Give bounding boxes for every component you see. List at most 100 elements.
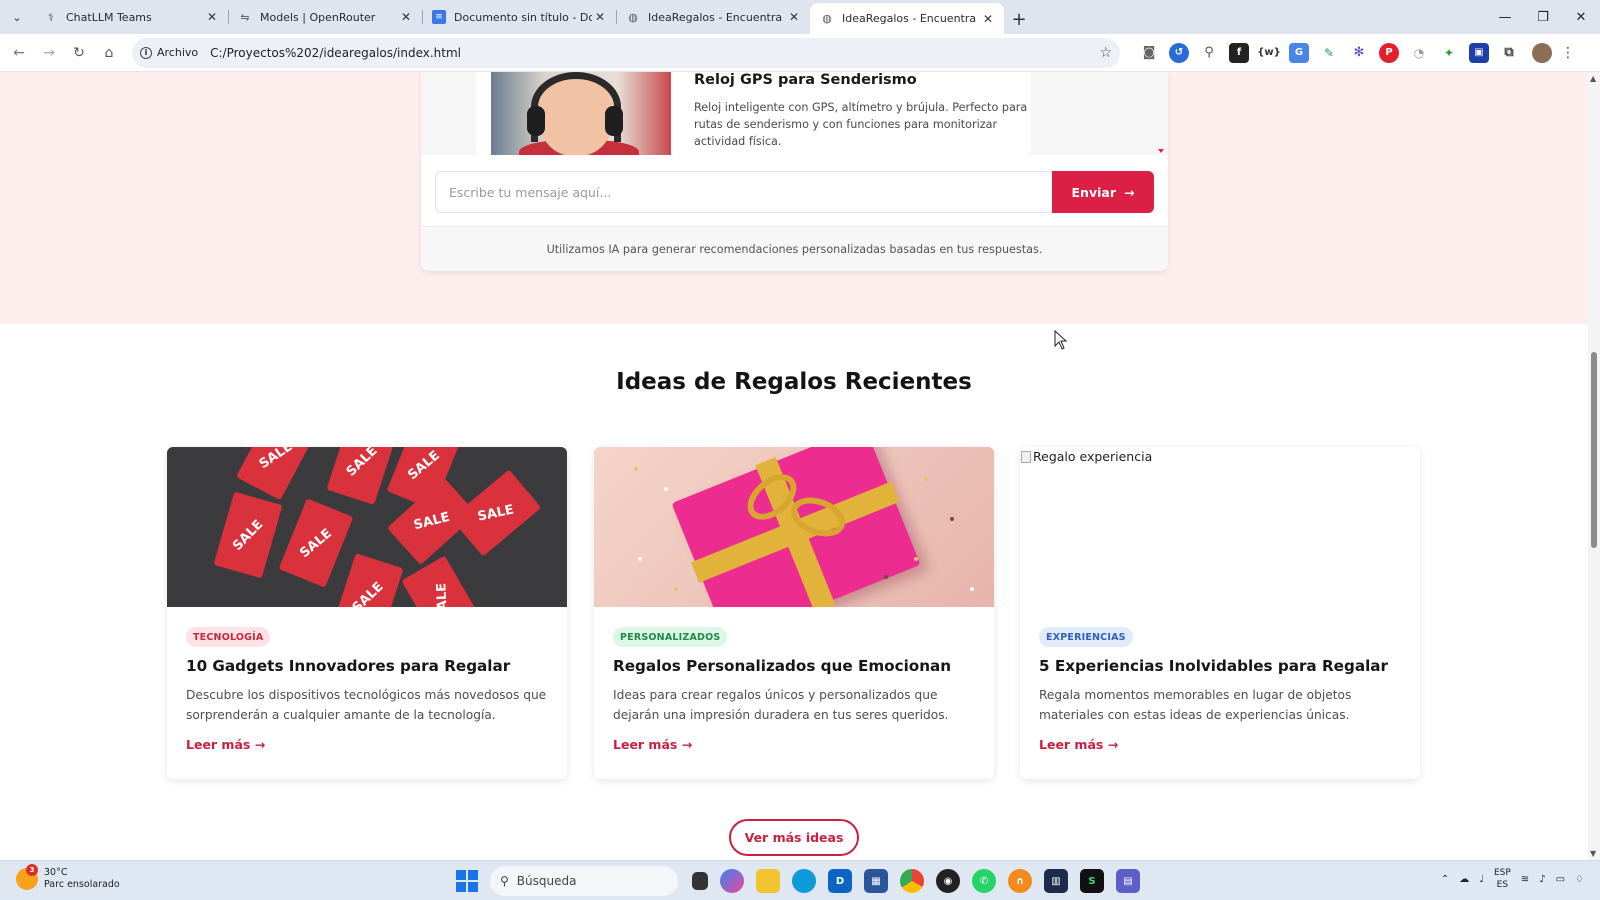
category-badge: PERSONALIZADOS — [613, 627, 728, 647]
chatllm-icon: ⚕ — [48, 10, 54, 24]
tab-google-docs[interactable]: ≡ Documento sin título - Docume ✕ — [422, 3, 616, 31]
puzzle-extensions-icon[interactable]: ⧉ — [1499, 43, 1519, 63]
gift-idea-card-technology[interactable]: SALE SALE SALE SALE SALE SALE SALE SALE … — [167, 447, 567, 779]
close-tab-icon[interactable]: ✕ — [786, 10, 802, 24]
docs-icon: ≡ — [432, 10, 446, 24]
scroll-up-icon[interactable]: ▲ — [1590, 74, 1596, 83]
compass-extension-icon[interactable]: ◔ — [1409, 43, 1429, 63]
forward-arrow-icon[interactable]: → — [34, 38, 64, 68]
tab-idearegalos-1[interactable]: ◍ IdeaRegalos - Encuentra el Reg ✕ — [616, 3, 810, 31]
chevron-up-icon[interactable]: ⌃ — [1441, 874, 1449, 885]
taskbar-apps: ⚲ Búsqueda D ▦ ◉ ✆ ∩ ▥ S ▤ — [456, 866, 1140, 896]
close-tab-icon[interactable]: ✕ — [204, 10, 220, 24]
tab-title: Models | OpenRouter — [260, 10, 376, 24]
card-title[interactable]: Regalos Personalizados que Emocionan — [613, 657, 983, 675]
search-icon: ⚲ — [500, 874, 509, 888]
copilot-icon[interactable] — [720, 869, 744, 893]
home-icon[interactable]: ⌂ — [94, 38, 124, 68]
scroll-down-icon[interactable]: ▼ — [1590, 849, 1596, 858]
profile-avatar[interactable] — [1532, 42, 1552, 63]
dark-app-icon[interactable]: ▥ — [1044, 869, 1068, 893]
sale-tags-image: SALE SALE SALE SALE SALE SALE SALE SALE … — [167, 447, 567, 607]
card-title[interactable]: 10 Gadgets Innovadores para Regalar — [186, 657, 556, 675]
gift-idea-card-experiences[interactable]: Regalo experiencia EXPERIENCIAS 5 Experi… — [1020, 447, 1420, 779]
close-tab-icon[interactable]: ✕ — [592, 10, 608, 24]
sun-icon: 3 — [16, 864, 38, 890]
windows-start-icon[interactable] — [456, 870, 478, 892]
file-explorer-icon[interactable] — [756, 869, 780, 893]
pinterest-icon[interactable]: P — [1379, 42, 1399, 63]
close-tab-icon[interactable]: ✕ — [980, 12, 996, 26]
chat-messages-area[interactable]: Reloj GPS para Senderismo Reloj intelige… — [421, 72, 1168, 155]
gift-idea-card-personalized[interactable]: PERSONALIZADOS Regalos Personalizados qu… — [594, 447, 994, 779]
tab-chatllm[interactable]: ⚕ ChatLLM Teams ✕ — [34, 3, 228, 31]
globe-icon: ◍ — [822, 12, 832, 25]
green-extension-icon[interactable]: ✎ — [1319, 43, 1339, 63]
minimize-icon[interactable]: — — [1486, 0, 1524, 34]
taskbar-search[interactable]: ⚲ Búsqueda — [490, 866, 678, 896]
blue-app-icon[interactable]: ▤ — [1116, 869, 1140, 893]
browser-tab-strip: ⌄ ⚕ ChatLLM Teams ✕ ⇋ Models | OpenRoute… — [0, 0, 1600, 34]
tab-title: IdeaRegalos - Encuentra el Reg — [842, 12, 980, 25]
read-more-link[interactable]: Leer más → — [1039, 737, 1118, 752]
read-more-link[interactable]: Leer más → — [613, 737, 692, 752]
tab-search-chevron-icon[interactable]: ⌄ — [0, 0, 34, 34]
new-tab-plus-icon[interactable]: + — [1004, 4, 1034, 34]
notifications-bell-icon[interactable]: ♢ — [1575, 874, 1584, 885]
globe-icon: ◍ — [628, 10, 638, 24]
obs-icon[interactable]: ◉ — [936, 869, 960, 893]
zoom-extension-icon[interactable]: ⚲ — [1199, 43, 1219, 63]
card-title[interactable]: 5 Experiencias Inolvidables para Regalar — [1039, 657, 1409, 675]
see-more-ideas-button[interactable]: Ver más ideas — [729, 819, 859, 856]
bookmark-star-icon[interactable]: ☆ — [1099, 45, 1112, 61]
broken-image: Regalo experiencia — [1020, 447, 1420, 607]
blue-square-extension-icon[interactable]: ▣ — [1469, 42, 1489, 63]
battery-icon[interactable]: ▭ — [1556, 874, 1565, 885]
green-s-app-icon[interactable]: S — [1080, 869, 1104, 893]
restore-icon[interactable]: ❐ — [1524, 0, 1562, 34]
blue-circle-extension-icon[interactable]: ↺ — [1169, 42, 1189, 63]
language-indicator[interactable]: ESP ES — [1494, 867, 1511, 891]
weather-widget[interactable]: 3 30°C Parc ensolarado — [16, 864, 120, 891]
gear-extension-icon[interactable]: ✻ — [1349, 43, 1369, 63]
send-button[interactable]: Enviar → — [1052, 171, 1154, 213]
chat-assistant-card: Reloj GPS para Senderismo Reloj intelige… — [421, 72, 1168, 271]
store-icon[interactable]: ▦ — [864, 869, 888, 893]
dell-icon[interactable]: D — [828, 869, 852, 893]
read-more-link[interactable]: Leer más → — [186, 737, 265, 752]
more-menu-icon[interactable]: ⋮ — [1558, 45, 1578, 61]
url-text[interactable]: C:/Proyectos%202/idearegalos/index.html — [210, 46, 1099, 60]
chat-message-input[interactable] — [435, 171, 1052, 213]
page-scrollbar[interactable]: ▲ ▼ — [1588, 72, 1600, 860]
close-tab-icon[interactable]: ✕ — [398, 10, 414, 24]
camera-extension-icon[interactable]: ◙ — [1139, 43, 1159, 63]
scrollbar-thumb[interactable] — [1591, 352, 1597, 548]
headphones-app-icon[interactable]: ∩ — [1008, 869, 1032, 893]
scroll-down-arrow-icon[interactable] — [1158, 149, 1164, 153]
reload-icon[interactable]: ↻ — [64, 38, 94, 68]
page-viewport: Reloj GPS para Senderismo Reloj intelige… — [0, 72, 1588, 860]
edge-icon[interactable] — [792, 869, 816, 893]
product-suggestion-card[interactable]: Reloj GPS para Senderismo Reloj intelige… — [476, 72, 1031, 155]
task-view-icon[interactable] — [692, 872, 708, 890]
site-info-label: Archivo — [157, 46, 199, 59]
chrome-icon[interactable] — [900, 869, 924, 893]
tab-openrouter[interactable]: ⇋ Models | OpenRouter ✕ — [228, 3, 422, 31]
site-info-chip[interactable]: i Archivo — [140, 46, 210, 59]
product-description: Reloj inteligente con GPS, altímetro y b… — [694, 101, 1028, 148]
wifi-icon[interactable]: ≋ — [1521, 874, 1529, 885]
microphone-icon[interactable]: ♩ — [1479, 874, 1484, 885]
address-bar[interactable]: i Archivo C:/Proyectos%202/idearegalos/i… — [132, 37, 1120, 68]
card-description: Regala momentos memorables en lugar de o… — [1039, 688, 1352, 722]
translate-extension-icon[interactable]: G — [1289, 42, 1309, 63]
cloud-icon[interactable]: ☁ — [1459, 874, 1469, 885]
send-button-label: Enviar — [1071, 184, 1116, 200]
tab-idearegalos-active[interactable]: ◍ IdeaRegalos - Encuentra el Reg ✕ — [810, 3, 1004, 34]
close-window-icon[interactable]: ✕ — [1562, 0, 1600, 34]
word-extension-icon[interactable]: {w} — [1257, 43, 1280, 63]
whatsapp-icon[interactable]: ✆ — [972, 869, 996, 893]
font-extension-icon[interactable]: f — [1229, 42, 1249, 63]
volume-icon[interactable]: ♪ — [1539, 874, 1545, 885]
back-arrow-icon[interactable]: ← — [4, 38, 34, 68]
sparkle-extension-icon[interactable]: ✦ — [1439, 43, 1459, 63]
